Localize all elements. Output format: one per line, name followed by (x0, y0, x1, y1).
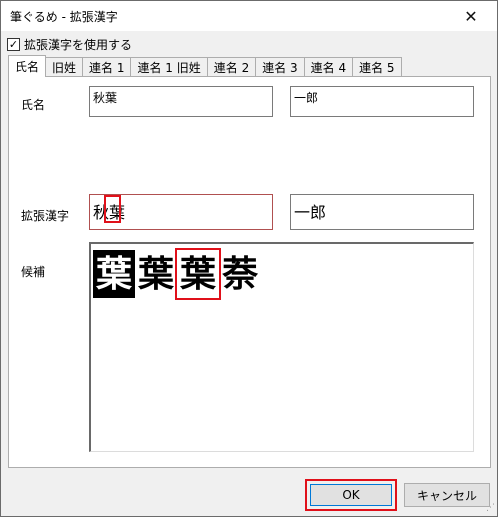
tab-joint-name-3[interactable]: 連名 3 (255, 57, 305, 77)
candidate-list[interactable]: 葉 葉 葉 萘 (89, 242, 474, 452)
tab-panel: 氏名 秋葉 一郎 拡張漢字 秋葉 一郎 候補 葉 葉 葉 萘 (8, 76, 491, 468)
tab-name[interactable]: 氏名 (8, 55, 47, 77)
candidate-row: 葉 葉 葉 萘 (93, 248, 261, 300)
use-extended-kanji-label[interactable]: 拡張漢字を使用する (24, 36, 132, 53)
use-extended-kanji-checkbox[interactable]: ✓ (7, 37, 20, 51)
name-label: 氏名 (21, 98, 46, 112)
title-bar[interactable]: 筆ぐるめ - 拡張漢字 ✕ (1, 1, 497, 31)
use-extended-kanji-option[interactable]: ✓ 拡張漢字を使用する (7, 36, 132, 52)
candidate-4[interactable]: 萘 (219, 250, 261, 298)
given-name-field[interactable]: 一郎 (290, 86, 474, 117)
tab-joint-name-5[interactable]: 連名 5 (352, 57, 402, 77)
tab-joint-name-1[interactable]: 連名 1 (82, 57, 132, 77)
candidate-2[interactable]: 葉 (135, 250, 177, 298)
extended-kanji-label: 拡張漢字 (21, 209, 70, 223)
ok-button[interactable]: OK (310, 484, 392, 506)
target-character-highlight (104, 195, 121, 223)
tab-strip: 氏名 旧姓 連名 1 連名 1 旧姓 連名 2 連名 3 連名 4 連名 5 (8, 55, 402, 77)
candidates-label: 候補 (21, 265, 46, 279)
tab-maiden-name[interactable]: 旧姓 (45, 57, 84, 77)
tab-joint-name-2[interactable]: 連名 2 (206, 57, 257, 77)
dialog-window: 筆ぐるめ - 拡張漢字 ✕ ✓ 拡張漢字を使用する 氏名 旧姓 連名 1 連名 … (0, 0, 498, 517)
tab-joint-name-1-maiden[interactable]: 連名 1 旧姓 (130, 57, 208, 77)
tab-joint-name-4[interactable]: 連名 4 (303, 57, 354, 77)
resize-grip-icon[interactable]: ⋰ (483, 502, 495, 514)
close-icon[interactable]: ✕ (451, 1, 491, 31)
cancel-button[interactable]: キャンセル (404, 483, 490, 507)
extended-given-name-field[interactable]: 一郎 (290, 194, 474, 230)
candidate-1[interactable]: 葉 (93, 250, 135, 298)
candidate-3[interactable]: 葉 (175, 248, 221, 300)
window-title: 筆ぐるめ - 拡張漢字 (10, 10, 118, 24)
family-name-field[interactable]: 秋葉 (89, 86, 273, 117)
